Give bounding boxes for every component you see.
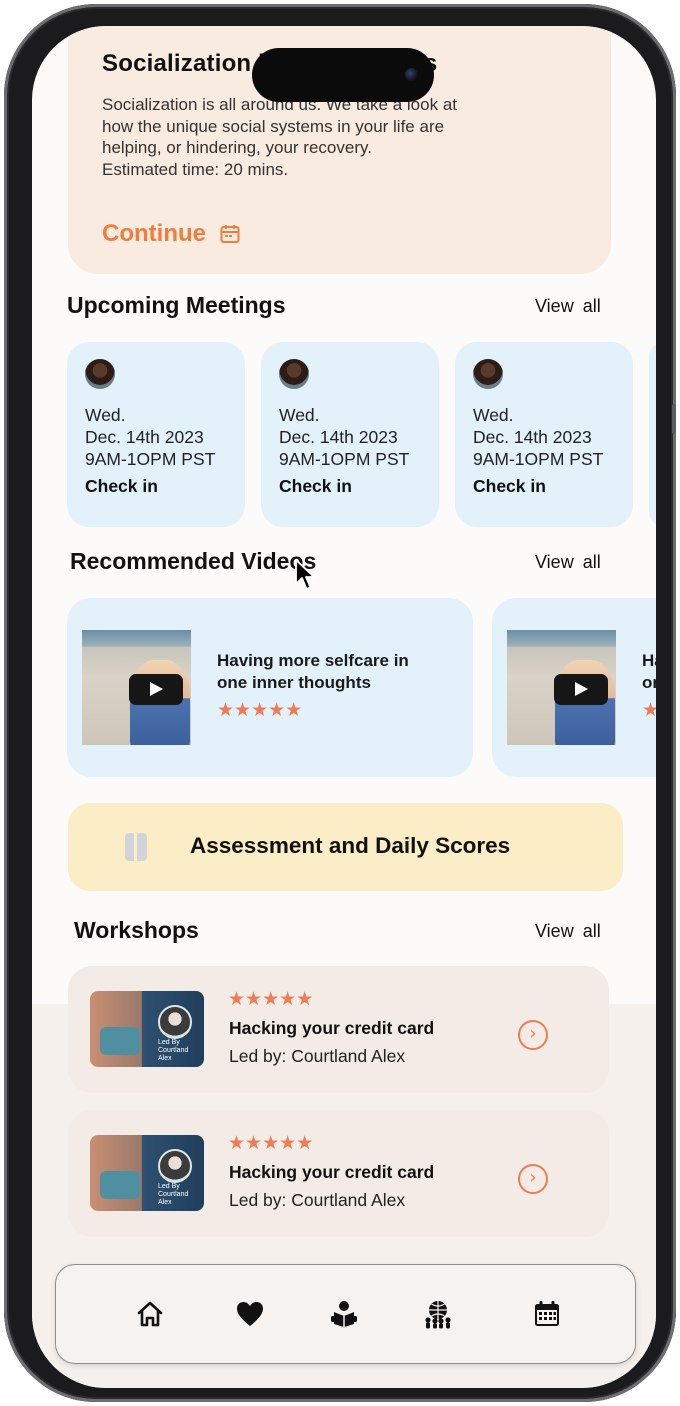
- presenter-photo: [158, 1005, 192, 1039]
- assessment-label: Assessment and Daily Scores: [190, 833, 511, 858]
- video-thumbnail[interactable]: [82, 630, 191, 745]
- mouse-cursor-icon: [295, 559, 315, 590]
- learn-tab[interactable]: [329, 1299, 359, 1329]
- check-in-button[interactable]: Check in: [279, 476, 352, 497]
- video-card[interactable]: Having more selfcare in one inner though…: [67, 598, 473, 777]
- workshop-thumbnail: Led By Courtland Alex: [90, 1135, 204, 1211]
- phone-frame: Socialization is all around us Socializa…: [4, 4, 676, 1402]
- star-rating: ★★★★★: [217, 700, 303, 721]
- meeting-day: Wed.: [473, 405, 514, 425]
- workshop-title: Hacking your credit card: [229, 1018, 435, 1038]
- continue-button[interactable]: Continue: [102, 220, 240, 248]
- meeting-time: 9AM-1OPM PST: [85, 449, 216, 469]
- video-title: Having more selfcare in one inner though…: [642, 651, 656, 692]
- workshop-title: Hacking your credit card: [229, 1162, 435, 1182]
- play-icon[interactable]: [554, 674, 608, 705]
- calendar-tab[interactable]: [532, 1299, 562, 1329]
- presenter-photo: [158, 1149, 192, 1183]
- calendar-icon: [535, 1301, 559, 1326]
- meetings-view-all[interactable]: View all: [535, 296, 601, 317]
- workshop-card[interactable]: Led By Courtland Alex ★★★★★ Hacking your…: [68, 966, 609, 1093]
- thumbnail-caption: Led By Courtland Alex: [158, 1183, 189, 1206]
- assessment-button[interactable]: Assessment and Daily Scores: [68, 803, 623, 891]
- meeting-card[interactable]: Wed. Dec. 14th 2023 9AM-1OPM PST Check i…: [455, 342, 633, 527]
- videos-view-all[interactable]: View all: [535, 552, 601, 573]
- avatar: [279, 359, 309, 389]
- check-in-button[interactable]: Check in: [85, 476, 158, 497]
- meetings-heading: Upcoming Meetings: [67, 292, 286, 318]
- course-description-text: Socialization is all around us. We take …: [102, 95, 457, 158]
- videos-heading: Recommended Videos: [70, 548, 317, 574]
- play-icon[interactable]: [129, 674, 183, 705]
- side-button: [672, 404, 676, 434]
- workshop-leader: Led by: Courtland Alex: [229, 1046, 406, 1066]
- thumbnail-caption: Led By Courtland Alex: [158, 1039, 189, 1062]
- meeting-date: Dec. 14th 2023: [85, 427, 204, 447]
- video-card[interactable]: Having more selfcare in one inner though…: [492, 598, 656, 777]
- check-in-button[interactable]: Check in: [473, 476, 546, 497]
- course-estimated-time: Estimated time: 20 mins.: [102, 159, 289, 179]
- app-screen: Socialization is all around us Socializa…: [32, 26, 656, 1388]
- meeting-day: Wed.: [279, 405, 320, 425]
- dynamic-island: [252, 48, 434, 102]
- course-description: Socialization is all around us. We take …: [102, 94, 482, 180]
- chevron-right-icon[interactable]: ›: [518, 1164, 548, 1194]
- meeting-date: Dec. 14th 2023: [473, 427, 592, 447]
- home-tab[interactable]: [135, 1299, 165, 1329]
- star-rating: ★★★★★: [642, 700, 656, 721]
- reader-icon: [331, 1301, 357, 1327]
- favorites-tab[interactable]: [235, 1299, 265, 1329]
- community-icon: [425, 1301, 451, 1329]
- workshops-heading: Workshops: [74, 917, 199, 943]
- meeting-day: Wed.: [85, 405, 126, 425]
- video-title: Having more selfcare in one inner though…: [217, 651, 409, 692]
- heart-icon: [237, 1302, 263, 1326]
- continue-label: Continue: [102, 220, 206, 247]
- workshop-leader: Led by: Courtland Alex: [229, 1190, 406, 1210]
- meeting-card-partial[interactable]: [649, 342, 656, 527]
- journal-icon: [125, 833, 147, 861]
- video-thumbnail[interactable]: [507, 630, 616, 745]
- community-tab[interactable]: [423, 1299, 453, 1329]
- avatar: [85, 359, 115, 389]
- meeting-time: 9AM-1OPM PST: [279, 449, 410, 469]
- chevron-right-icon[interactable]: ›: [518, 1020, 548, 1050]
- meeting-card[interactable]: Wed. Dec. 14th 2023 9AM-1OPM PST Check i…: [67, 342, 245, 527]
- meeting-date: Dec. 14th 2023: [279, 427, 398, 447]
- workshop-card[interactable]: Led By Courtland Alex ★★★★★ Hacking your…: [68, 1110, 609, 1237]
- meeting-card[interactable]: Wed. Dec. 14th 2023 9AM-1OPM PST Check i…: [261, 342, 439, 527]
- avatar: [473, 359, 503, 389]
- calendar-icon: [220, 225, 240, 243]
- star-rating: ★★★★★: [228, 1133, 314, 1154]
- home-icon: [137, 1301, 163, 1327]
- workshop-thumbnail: Led By Courtland Alex: [90, 991, 204, 1067]
- star-rating: ★★★★★: [228, 989, 314, 1010]
- meeting-time: 9AM-1OPM PST: [473, 449, 604, 469]
- workshops-view-all[interactable]: View all: [535, 921, 601, 942]
- bottom-tab-bar: [55, 1264, 636, 1364]
